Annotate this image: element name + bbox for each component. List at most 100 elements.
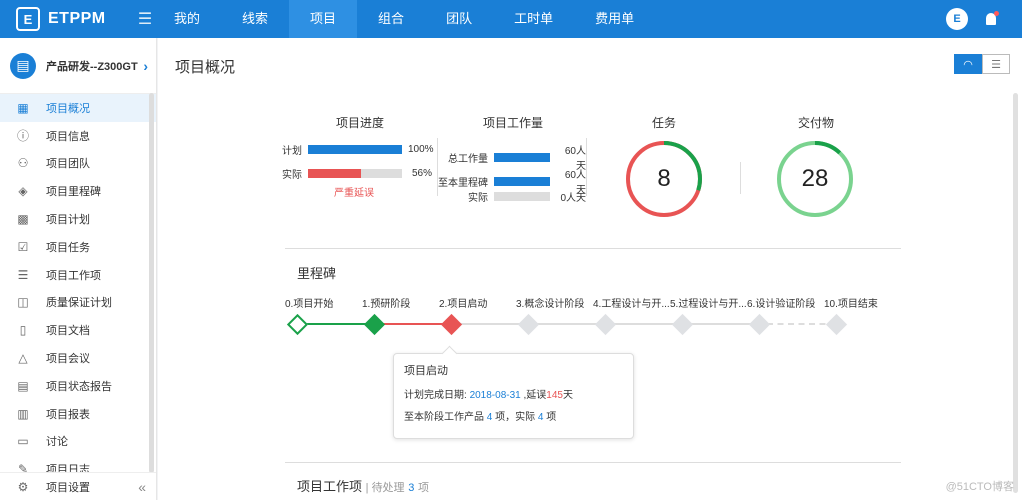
tooltip-delay-days: 145 [546, 390, 563, 401]
workload-bar [494, 176, 550, 186]
deliverables-count: 28 [801, 165, 829, 192]
milestone-start-marker[interactable] [286, 313, 309, 336]
report-icon: ▤ [17, 378, 29, 393]
logo[interactable]: E ETPPM [0, 7, 130, 31]
sidebar-item-label: 项目工作项 [46, 269, 101, 282]
milestone-tooltip: 项目启动 计划完成日期: 2018-08-31 ,延误145天 至本阶段工作产品… [393, 353, 634, 439]
chat-icon: ▭ [17, 434, 29, 449]
sidebar-item-label: 项目报表 [46, 408, 90, 421]
sidebar-item-discussion[interactable]: ▭ 讨论 [0, 428, 156, 456]
sidebar-item-plan[interactable]: ▩ 项目计划 [0, 205, 156, 233]
divider [285, 462, 901, 463]
team-icon: ⚇ [17, 156, 29, 171]
tooltip-date-line: 计划完成日期: 2018-08-31 ,延误145天 [404, 386, 623, 401]
project-selector[interactable]: ▤ 产品研发--Z300GT › [0, 38, 156, 94]
project-icon: ▤ [10, 52, 36, 79]
milestone-done-marker[interactable] [363, 313, 386, 336]
info-icon: ⓘ [16, 129, 29, 144]
sidebar-item-overview[interactable]: ▦ 项目概况 [0, 94, 156, 122]
sidebar-item-label: 项目里程碑 [46, 186, 101, 199]
pending-count[interactable]: 3 [408, 482, 414, 494]
sidebar-item-team[interactable]: ⚇ 项目团队 [0, 150, 156, 178]
list-view-icon[interactable]: ☰ [982, 54, 1010, 74]
pending-label: 待处理 [371, 482, 405, 494]
sidebar-item-doc[interactable]: ▯ 项目文档 [0, 316, 156, 344]
nav-team[interactable]: 团队 [425, 0, 493, 38]
milestone-label: 6.设计验证阶段 [747, 299, 816, 310]
view-switch: ◠ ☰ [954, 54, 1010, 74]
milestone-label: 1.预研阶段 [362, 299, 411, 310]
nav-projects[interactable]: 项目 [289, 0, 358, 38]
sidebar-scrollbar[interactable] [149, 93, 154, 473]
nav-leads[interactable]: 线索 [221, 0, 289, 38]
nav-timesheet[interactable]: 工时单 [493, 0, 574, 38]
chart-icon: ▥ [17, 406, 29, 421]
progress-plan-row: 计划 100% [238, 142, 434, 157]
logo-icon: E [16, 7, 40, 31]
sidebar-item-status-report[interactable]: ▤ 项目状态报告 [0, 372, 156, 400]
main-nav: 我的 线索 项目 组合 团队 工时单 费用单 [160, 0, 655, 38]
tooltip-title: 项目启动 [404, 365, 448, 377]
tooltip-delay-prefix: ,延误 [523, 390, 547, 401]
workload-row: 实际 0人天 [428, 189, 586, 204]
progress-plan-label: 计划 [282, 146, 302, 157]
tooltip-date-label: 计划完成日期: [404, 390, 467, 401]
page-title: 项目概况 [175, 59, 236, 76]
sidebar-item-label: 项目任务 [46, 241, 90, 254]
milestone-pending-marker[interactable] [594, 313, 617, 336]
workload-bar [494, 192, 550, 201]
workload-title: 项目工作量 [483, 116, 544, 130]
main-scrollbar[interactable] [1013, 93, 1018, 493]
sidebar-item-info[interactable]: ⓘ 项目信息 [0, 122, 156, 150]
milestone-label: 3.概念设计阶段 [516, 299, 585, 310]
sidebar-item-settings[interactable]: ⚙ 项目设置 « [0, 472, 156, 500]
milestone-pending-marker[interactable] [671, 313, 694, 336]
workload-fill [494, 176, 550, 186]
progress-actual-label: 实际 [282, 170, 302, 181]
tooltip-products-suffix: 项 [546, 412, 557, 423]
tasks-title: 任务 [652, 116, 677, 130]
sidebar-item-task[interactable]: ☑ 项目任务 [0, 233, 156, 261]
sidebar-item-reports[interactable]: ▥ 项目报表 [0, 400, 156, 428]
sidebar-item-milestone[interactable]: ◈ 项目里程碑 [0, 177, 156, 205]
top-navbar: E ETPPM ☰ 我的 线索 项目 组合 团队 工时单 费用单 E [0, 0, 1022, 38]
watermark: @51CTO博客 [945, 481, 1014, 493]
tooltip-products-mid: 项，实际 [495, 412, 536, 423]
milestone-pending-marker[interactable] [517, 313, 540, 336]
logo-text: ETPPM [48, 10, 106, 27]
milestone-pending-marker[interactable] [748, 313, 771, 336]
plan-icon: ▩ [17, 212, 29, 227]
milestone-label: 2.项目启动 [439, 299, 488, 310]
menu-toggle-icon[interactable]: ☰ [130, 9, 160, 29]
notification-bell-icon[interactable] [986, 11, 999, 25]
nav-portfolio[interactable]: 组合 [357, 0, 425, 38]
tasks-ring[interactable]: 8 [624, 139, 704, 219]
deliverables-ring[interactable]: 28 [775, 139, 855, 219]
user-avatar[interactable]: E [946, 8, 968, 30]
dashboard-view-icon[interactable]: ◠ [954, 54, 982, 74]
sidebar-item-label: 项目计划 [46, 214, 90, 227]
collapse-sidebar-icon[interactable]: « [138, 479, 146, 495]
milestone-delayed-marker[interactable] [440, 313, 463, 336]
milestone-pending-marker[interactable] [825, 313, 848, 336]
sidebar-item-meeting[interactable]: △ 项目会议 [0, 344, 156, 372]
tooltip-products-prefix: 至本阶段工作产品 [404, 412, 484, 423]
milestone-label: 5.过程设计与开... [670, 299, 747, 310]
workitem-icon: ☰ [17, 267, 29, 282]
milestone-icon: ◈ [18, 184, 28, 199]
progress-plan-fill [308, 145, 402, 154]
nav-expense[interactable]: 费用单 [574, 0, 655, 38]
doc-icon: ▯ [19, 323, 27, 338]
workload-label: 至本里程碑 [438, 177, 488, 189]
tooltip-products-actual: 4 [537, 412, 544, 423]
gear-icon: ⚙ [17, 479, 29, 494]
chevron-right-icon[interactable]: › [143, 58, 148, 74]
nav-mine[interactable]: 我的 [160, 0, 221, 38]
grid-icon: ▦ [17, 100, 29, 115]
sidebar-item-quality[interactable]: ◫ 质量保证计划 [0, 289, 156, 317]
sidebar-item-workitem[interactable]: ☰ 项目工作项 [0, 261, 156, 289]
sidebar-item-label: 质量保证计划 [46, 297, 112, 310]
sidebar-item-label: 项目团队 [46, 158, 90, 171]
divider [285, 248, 901, 249]
progress-actual-bar [308, 169, 402, 178]
